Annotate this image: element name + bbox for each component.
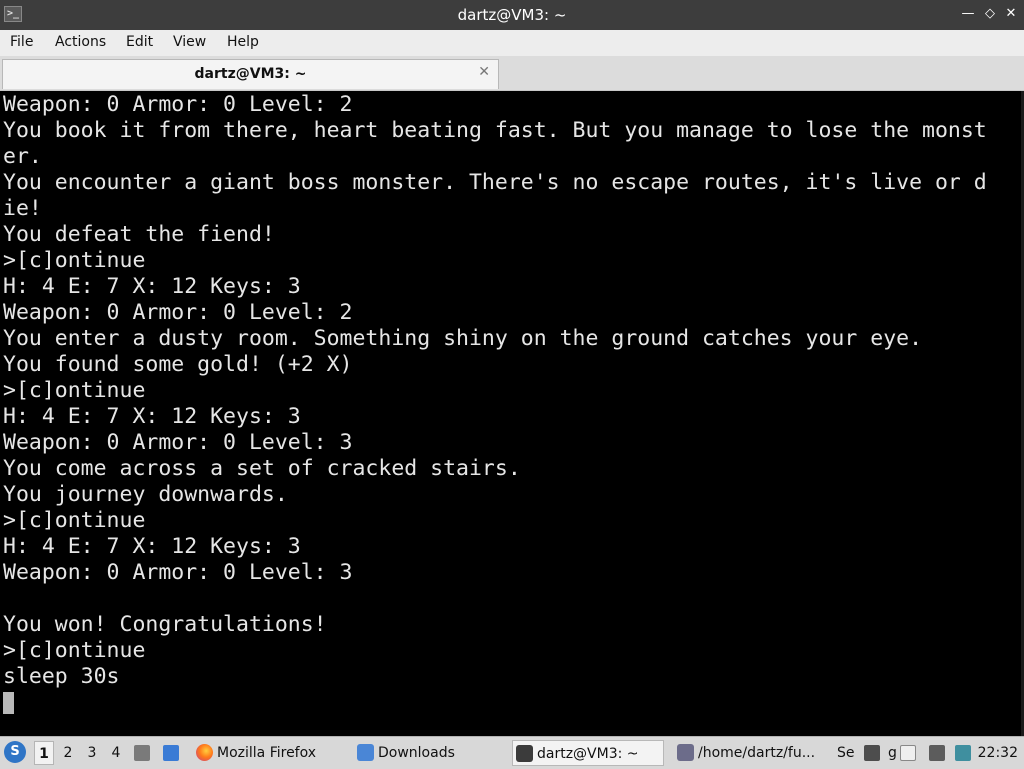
menu-actions[interactable]: Actions xyxy=(55,34,106,50)
minimize-button[interactable]: — xyxy=(959,5,977,23)
terminal-line: You won! Congratulations! xyxy=(3,612,327,637)
text-cursor xyxy=(3,692,14,714)
terminal-line: >[c]ontinue xyxy=(3,378,146,403)
workspace-4[interactable]: 4 xyxy=(106,741,126,765)
task-downloads[interactable]: Downloads xyxy=(354,740,504,766)
task-firefox[interactable]: Mozilla Firefox xyxy=(193,740,343,766)
terminal-line: You enter a dusty room. Something shiny … xyxy=(3,326,923,351)
volume-icon[interactable] xyxy=(864,745,880,761)
terminal-line: >[c]ontinue xyxy=(3,508,146,533)
terminal-line: H: 4 E: 7 X: 12 Keys: 3 xyxy=(3,274,301,299)
terminal-line: ie! xyxy=(3,196,42,221)
menu-help[interactable]: Help xyxy=(227,34,259,50)
tab-label: dartz@VM3: ~ xyxy=(194,66,307,82)
task-terminal[interactable]: dartz@VM3: ~ xyxy=(512,740,664,766)
editor-icon xyxy=(677,744,694,761)
show-desktop-icon[interactable] xyxy=(134,745,150,761)
tab-bar: dartz@VM3: ~ ✕ xyxy=(0,56,1024,91)
window-list-icon[interactable] xyxy=(163,745,179,761)
task-text-editor[interactable]: /home/dartz/fu... xyxy=(674,740,830,766)
terminal-line: You journey downwards. xyxy=(3,482,288,507)
maximize-button[interactable]: ◇ xyxy=(981,5,999,23)
terminal-cursor-line xyxy=(3,690,987,716)
terminal-line: H: 4 E: 7 X: 12 Keys: 3 xyxy=(3,534,301,559)
menu-bar: File Actions Edit View Help xyxy=(0,30,1024,56)
task-label: Downloads xyxy=(378,745,455,761)
terminal-line: er. xyxy=(3,144,42,169)
workspace-3[interactable]: 3 xyxy=(82,741,102,765)
terminal-line: >[c]ontinue xyxy=(3,248,146,273)
tab-terminal[interactable]: dartz@VM3: ~ ✕ xyxy=(2,59,499,89)
firefox-icon xyxy=(196,744,213,761)
terminal-line: You book it from there, heart beating fa… xyxy=(3,118,987,143)
task-label: /home/dartz/fu... xyxy=(698,745,816,761)
close-button[interactable]: ✕ xyxy=(1002,5,1020,23)
tray-item-partial-2[interactable]: g xyxy=(888,737,898,769)
menu-file[interactable]: File xyxy=(10,34,33,50)
folder-icon xyxy=(357,744,374,761)
terminal-line: Weapon: 0 Armor: 0 Level: 2 xyxy=(3,300,353,325)
task-label: Mozilla Firefox xyxy=(217,745,317,761)
terminal-line: Weapon: 0 Armor: 0 Level: 3 xyxy=(3,560,353,585)
terminal-line: You defeat the fiend! xyxy=(3,222,275,247)
task-label: dartz@VM3: ~ xyxy=(537,746,639,762)
clipboard-icon[interactable] xyxy=(900,745,916,761)
network-icon[interactable] xyxy=(929,745,945,761)
terminal-icon xyxy=(516,745,533,762)
terminal-line: sleep 30s xyxy=(3,664,120,689)
update-notifier-icon[interactable] xyxy=(955,745,971,761)
terminal-output[interactable]: Weapon: 0 Armor: 0 Level: 2 You book it … xyxy=(0,91,1021,736)
taskbar: S 1 2 3 4 Mozilla Firefox Downloads dart… xyxy=(0,736,1024,769)
workspace-2[interactable]: 2 xyxy=(58,741,78,765)
tab-close-icon[interactable]: ✕ xyxy=(478,64,490,80)
terminal-line: You encounter a giant boss monster. Ther… xyxy=(3,170,987,195)
window-titlebar[interactable]: >_ dartz@VM3: ~ — ◇ ✕ xyxy=(0,0,1024,30)
clock[interactable]: 22:32 xyxy=(978,737,1018,769)
tray-item-partial[interactable]: Se xyxy=(837,737,863,769)
menu-view[interactable]: View xyxy=(173,34,206,50)
window-title: dartz@VM3: ~ xyxy=(457,6,567,24)
terminal-line: You come across a set of cracked stairs. xyxy=(3,456,521,481)
terminal-line: Weapon: 0 Armor: 0 Level: 2 xyxy=(3,92,353,117)
terminal-lines: Weapon: 0 Armor: 0 Level: 2 You book it … xyxy=(3,92,987,716)
terminal-line: Weapon: 0 Armor: 0 Level: 3 xyxy=(3,430,353,455)
terminal-line: H: 4 E: 7 X: 12 Keys: 3 xyxy=(3,404,301,429)
start-menu-button[interactable]: S xyxy=(4,741,26,763)
terminal-line: >[c]ontinue xyxy=(3,638,146,663)
menu-edit[interactable]: Edit xyxy=(126,34,153,50)
workspace-1[interactable]: 1 xyxy=(34,741,54,765)
terminal-line: You found some gold! (+2 X) xyxy=(3,352,353,377)
